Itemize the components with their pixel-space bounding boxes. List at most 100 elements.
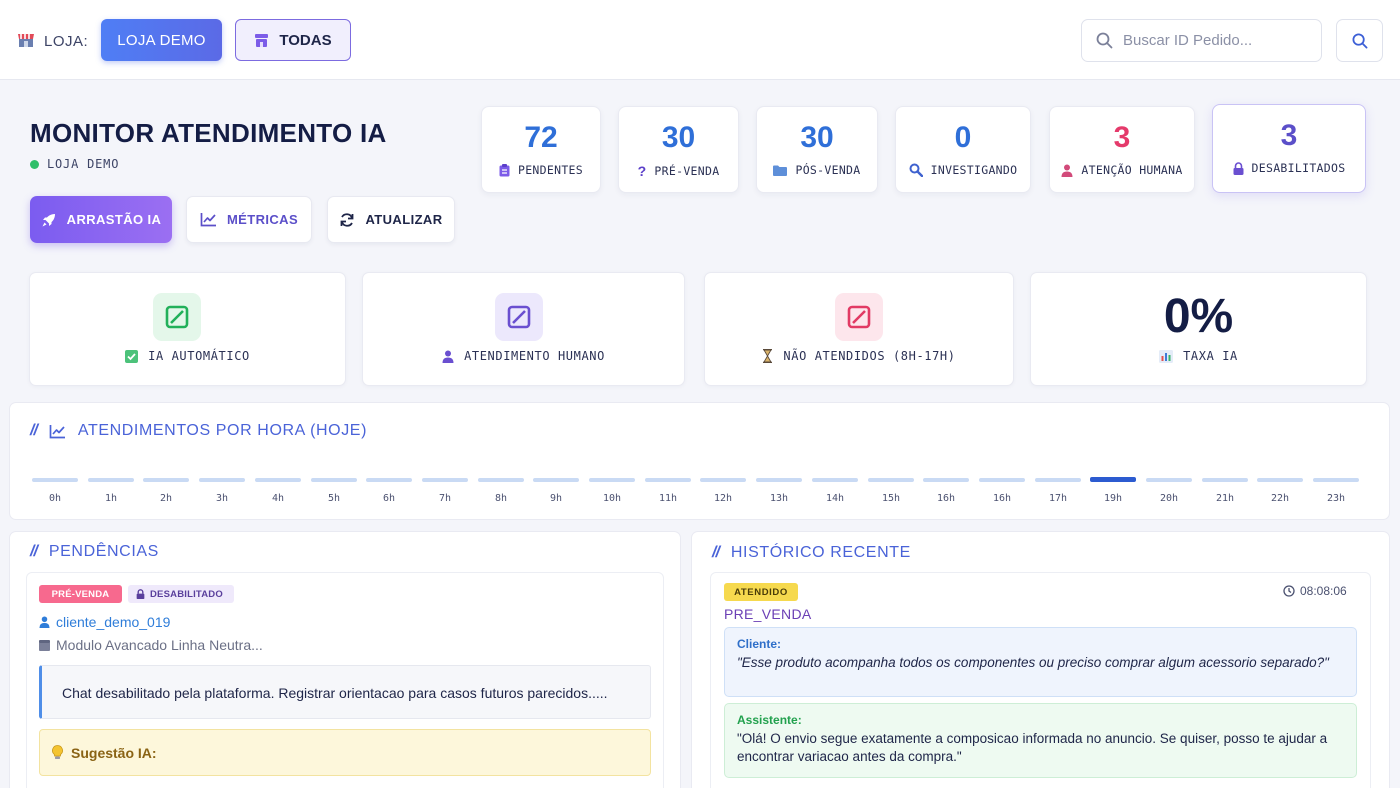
metricas-label: MÉTRICAS <box>226 212 299 227</box>
hour-bar[interactable] <box>422 478 468 482</box>
client-link[interactable]: cliente_demo_019 <box>39 614 170 630</box>
hour-label: 3h <box>215 493 229 504</box>
suggestion-label: Sugestão IA: <box>71 744 157 761</box>
hour-bar[interactable] <box>700 478 746 482</box>
kpi-label: TAXA IA <box>1183 349 1238 363</box>
clock-icon <box>1283 585 1295 597</box>
time-value: 08:08:06 <box>1300 584 1347 598</box>
search-field[interactable] <box>1081 19 1322 62</box>
kpi-label: IA AUTOMÁTICO <box>148 349 250 363</box>
kpi-label-row: IA AUTOMÁTICO <box>30 349 345 363</box>
atualizar-button[interactable]: ATUALIZAR <box>327 196 455 243</box>
stat-investigando[interactable]: 0 INVESTIGANDO <box>895 106 1031 193</box>
lock-icon <box>136 589 145 599</box>
slash-icon: // <box>712 544 720 561</box>
hourglass-icon <box>763 349 773 363</box>
client-name: cliente_demo_019 <box>56 614 171 630</box>
stat-pos-venda[interactable]: 30 PÓS-VENDA <box>756 106 878 193</box>
client-message-label: Cliente: <box>737 637 782 651</box>
stat-desabilitados[interactable]: 3 DESABILITADOS <box>1212 104 1366 193</box>
hour-bar[interactable] <box>199 478 245 482</box>
kpi-label-row: NÃO ATENDIDOS (8H-17H) <box>705 349 1013 363</box>
client-message: Cliente: "Esse produto acompanha todos o… <box>724 627 1357 697</box>
user-icon <box>1061 164 1073 177</box>
stat-label-row: ? PRÉ-VENDA <box>619 163 738 179</box>
taxa-ia-value: 0% <box>1163 290 1234 343</box>
user-icon <box>442 350 454 363</box>
user-icon <box>39 616 50 628</box>
metricas-button[interactable]: MÉTRICAS <box>186 196 312 243</box>
hour-bar[interactable] <box>589 478 635 482</box>
stat-label: PRÉ-VENDA <box>654 164 720 178</box>
hour-bar[interactable] <box>311 478 357 482</box>
pendencias-title: // PENDÊNCIAS <box>30 543 159 561</box>
store-demo-button[interactable]: LOJA DEMO <box>101 19 222 61</box>
status-dot-icon <box>30 159 39 169</box>
atualizar-label: ATUALIZAR <box>365 212 443 227</box>
kpi-ia-automatico: IA AUTOMÁTICO <box>29 272 346 386</box>
hour-bar[interactable] <box>812 478 858 482</box>
hour-label: 6h <box>382 493 396 504</box>
stat-atencao-humana[interactable]: 3 ATENÇÃO HUMANA <box>1049 106 1195 193</box>
kpi-label: NÃO ATENDIDOS (8H-17H) <box>783 349 956 363</box>
hour-bar[interactable] <box>1035 478 1081 482</box>
hour-bar[interactable] <box>88 478 134 482</box>
hour-bar[interactable] <box>478 478 524 482</box>
arrastao-ia-label: ARRASTÃO IA <box>66 212 162 227</box>
hour-bar[interactable] <box>979 478 1025 482</box>
chart-line-icon <box>200 213 216 227</box>
store-all-label: TODAS <box>279 31 332 49</box>
hour-bar[interactable] <box>756 478 802 482</box>
stat-label: ATENÇÃO HUMANA <box>1081 163 1183 177</box>
kpi-nao-atendidos: NÃO ATENDIDOS (8H-17H) <box>704 272 1014 386</box>
store-all-button[interactable]: TODAS <box>235 19 351 61</box>
hour-bar[interactable] <box>255 478 301 482</box>
stat-pre-venda[interactable]: 30 ? PRÉ-VENDA <box>618 106 739 193</box>
hour-label: 11h <box>658 493 678 504</box>
assistant-message: Assistente: "Olá! O envio segue exatamen… <box>724 703 1357 778</box>
ia-suggestion-box[interactable]: Sugestão IA: <box>39 729 651 776</box>
lightbulb-icon <box>52 745 63 759</box>
hour-label: 5h <box>327 493 341 504</box>
search-button[interactable] <box>1336 19 1383 62</box>
disabled-icon <box>495 293 543 341</box>
lock-icon <box>1233 161 1244 175</box>
stat-value: 30 <box>800 121 834 154</box>
refresh-icon <box>341 212 354 227</box>
hour-bar[interactable] <box>143 478 189 482</box>
arrastao-ia-button[interactable]: ARRASTÃO IA <box>30 196 172 243</box>
hour-bar[interactable] <box>923 478 969 482</box>
hour-label: 21h <box>1215 493 1235 504</box>
hour-bar[interactable] <box>1257 478 1303 482</box>
tag-desabilitado: DESABILITADO <box>128 585 234 603</box>
hour-label: 2h <box>159 493 173 504</box>
stat-pendentes[interactable]: 72 PENDENTES <box>481 106 601 193</box>
kpi-label-row: ATENDIMENTO HUMANO <box>363 349 684 363</box>
hour-bar[interactable] <box>1090 477 1136 482</box>
assistant-message-label: Assistente: <box>737 713 802 727</box>
hour-label: 20h <box>1159 493 1179 504</box>
hour-bar[interactable] <box>32 478 78 482</box>
kpi-label: ATENDIMENTO HUMANO <box>464 349 605 363</box>
hour-bar[interactable] <box>1146 478 1192 482</box>
hourly-title-text: ATENDIMENTOS POR HORA (HOJE) <box>77 422 368 439</box>
hour-bar[interactable] <box>868 478 914 482</box>
product-line: Modulo Avancado Linha Neutra... <box>39 637 263 653</box>
stat-label-row: PÓS-VENDA <box>757 163 877 177</box>
hour-bar[interactable] <box>645 478 691 482</box>
hour-label: 23h <box>1326 493 1346 504</box>
hour-bar[interactable] <box>1313 478 1359 482</box>
hour-label: 16h <box>936 493 956 504</box>
hour-bar[interactable] <box>533 478 579 482</box>
page-title: MONITOR ATENDIMENTO IA <box>30 118 387 148</box>
hour-label: 22h <box>1270 493 1290 504</box>
search-input[interactable] <box>1123 32 1313 49</box>
hour-label: 16h <box>992 493 1012 504</box>
stat-label-row: PENDENTES <box>482 163 600 177</box>
historico-title-text: HISTÓRICO RECENTE <box>730 544 911 561</box>
store-label: LOJA: <box>44 33 89 50</box>
hour-label: 19h <box>1103 493 1123 504</box>
hour-bar[interactable] <box>366 478 412 482</box>
kpi-atendimento-humano: ATENDIMENTO HUMANO <box>362 272 685 386</box>
hour-bar[interactable] <box>1202 478 1248 482</box>
